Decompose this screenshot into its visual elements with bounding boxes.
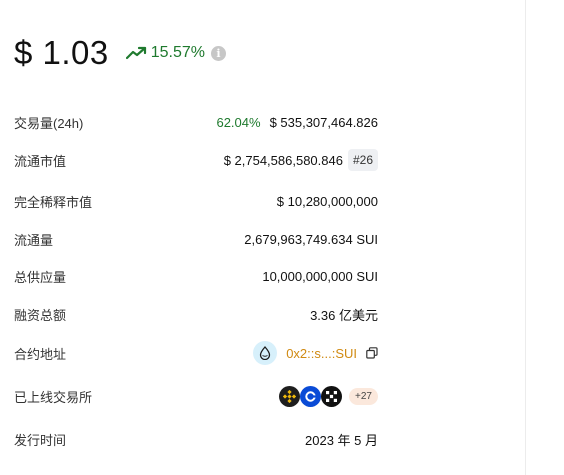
stat-row-launch: 发行时间 2023 年 5 月 (14, 430, 378, 449)
coinbase-icon[interactable] (300, 386, 322, 407)
info-icon[interactable]: i (211, 45, 227, 61)
price-change-percent: 15.57% (150, 44, 206, 61)
price-header: $ 1.03 15.57% i (14, 34, 227, 72)
exchange-icons (279, 386, 343, 407)
total-supply-label: 总供应量 (14, 270, 67, 285)
total-supply-value: 10,000,000,000 SUI (262, 269, 378, 284)
stat-row-volume: 交易量(24h) 62.04% $ 535,307,464.826 (14, 113, 378, 132)
sui-droplet-icon (253, 341, 278, 365)
exchanges-label: 已上线交易所 (14, 390, 93, 405)
contract-address-link[interactable]: 0x2::s...:SUI (286, 346, 357, 361)
okx-icon[interactable] (321, 386, 343, 407)
volume-values: 62.04% $ 535,307,464.826 (216, 115, 378, 130)
funding-value: 3.36 亿美元 (310, 308, 378, 323)
market-cap-values: $ 2,754,586,580.846 #26 (224, 149, 378, 171)
stat-row-total-supply: 总供应量 10,000,000,000 SUI (14, 267, 378, 286)
price-change: 15.57% (125, 44, 206, 62)
exchanges-values: +27 (279, 386, 378, 407)
market-cap-label: 流通市值 (14, 153, 67, 169)
stat-row-market-cap: 流通市值 $ 2,754,586,580.846 #26 (14, 149, 378, 171)
token-stats-panel: $ 1.03 15.57% i 交易量(24h) 62.04% $ 535,30… (0, 0, 564, 475)
fdv-value: $ 10,280,000,000 (276, 194, 378, 209)
copy-icon[interactable] (366, 347, 378, 359)
volume-change-percent: 62.04% (216, 115, 261, 130)
panel-divider (525, 0, 526, 475)
fdv-label: 完全稀释市值 (14, 195, 93, 210)
market-cap-value: $ 2,754,586,580.846 (223, 152, 343, 168)
current-price: $ 1.03 (14, 34, 109, 71)
circulating-label: 流通量 (14, 233, 54, 248)
launch-label: 发行时间 (14, 433, 67, 448)
binance-icon[interactable] (279, 386, 301, 407)
launch-value: 2023 年 5 月 (305, 433, 378, 448)
trend-up-icon (125, 46, 146, 60)
stat-row-circulating: 流通量 2,679,963,749.634 SUI (14, 230, 378, 249)
volume-label: 交易量(24h) (14, 116, 84, 131)
stat-row-fdv: 完全稀释市值 $ 10,280,000,000 (14, 192, 378, 211)
stat-row-funding: 融资总额 3.36 亿美元 (14, 305, 378, 324)
stat-row-exchanges: 已上线交易所 +27 (14, 386, 378, 407)
rank-badge: #26 (347, 149, 378, 171)
volume-value: $ 535,307,464.826 (269, 115, 378, 130)
more-exchanges-badge[interactable]: +27 (349, 388, 378, 405)
funding-label: 融资总额 (14, 308, 67, 323)
stat-row-contract: 合约地址 0x2::s...:SUI (14, 341, 378, 365)
contract-values: 0x2::s...:SUI (253, 341, 378, 365)
contract-label: 合约地址 (14, 346, 67, 362)
circulating-value: 2,679,963,749.634 SUI (244, 232, 378, 247)
